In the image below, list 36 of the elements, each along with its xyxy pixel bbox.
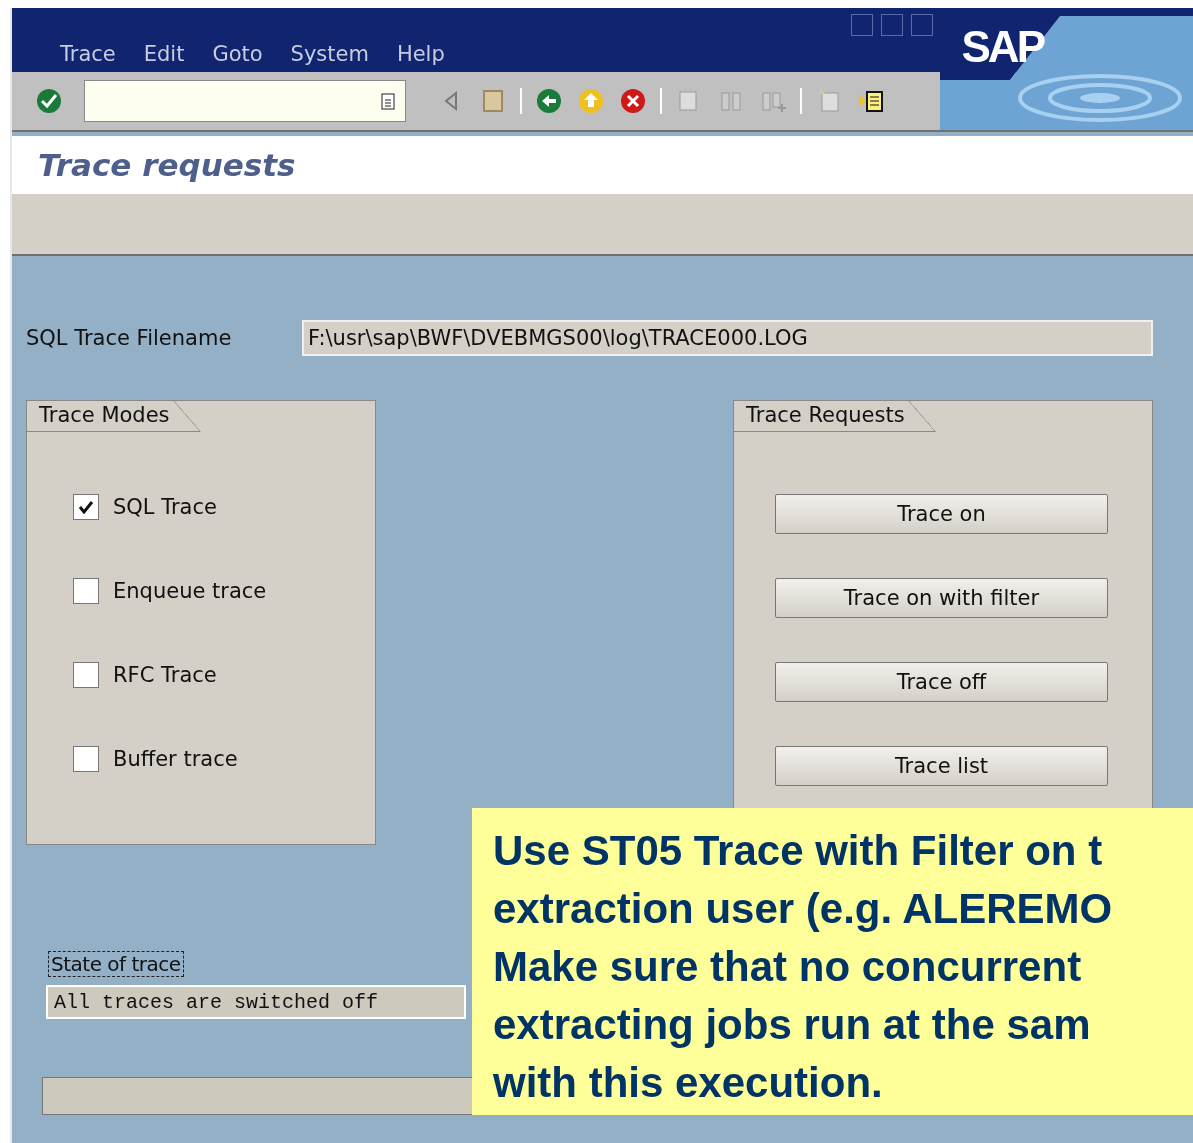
- checkbox[interactable]: [73, 578, 99, 604]
- checkbox-label: SQL Trace: [113, 495, 217, 519]
- checkbox[interactable]: [73, 662, 99, 688]
- trace-button[interactable]: Trace off: [775, 662, 1108, 702]
- sap-logo-text: SAP: [961, 22, 1043, 72]
- menu-item[interactable]: System: [290, 42, 369, 66]
- check-icon[interactable]: [34, 86, 64, 116]
- trace-button[interactable]: Trace on: [775, 494, 1108, 534]
- state-label: State of trace: [48, 951, 184, 977]
- checkbox[interactable]: [73, 494, 99, 520]
- trace-button[interactable]: Trace list: [775, 746, 1108, 786]
- back-icon[interactable]: [534, 86, 564, 116]
- menu-item[interactable]: Edit: [143, 42, 185, 66]
- callout-text: with this execution.: [493, 1058, 884, 1108]
- checkbox-label: RFC Trace: [113, 663, 217, 687]
- field-label: SQL Trace Filename: [26, 326, 233, 350]
- command-field[interactable]: [84, 80, 406, 122]
- group-title: Trace Requests: [734, 401, 936, 432]
- menu-item[interactable]: Trace: [60, 42, 116, 66]
- clipboard-icon: [381, 92, 395, 110]
- trace-button[interactable]: Trace on with filter: [775, 578, 1108, 618]
- callout-text: extraction user (e.g. ALEREMO: [493, 884, 1114, 934]
- menu-item[interactable]: Help: [396, 42, 445, 66]
- state-field: All traces are switched off: [46, 985, 466, 1019]
- group-title: Trace Modes: [27, 401, 201, 432]
- checkbox[interactable]: [73, 746, 99, 772]
- filename-field[interactable]: F:\usr\sap\BWF\DVEBMGS00\log\TRACE000.LOG: [302, 320, 1153, 356]
- checkbox-label: Buffer trace: [113, 747, 238, 771]
- callout-text: extracting jobs run at the sam: [493, 1000, 1092, 1050]
- cancel-icon[interactable]: [618, 86, 648, 116]
- callout-text: Use ST05 Trace with Filter on t: [493, 826, 1104, 876]
- checkbox-label: Enqueue trace: [113, 579, 267, 603]
- callout-text: Make sure that no concurrent: [493, 942, 1083, 992]
- checkmark-icon: [78, 500, 94, 514]
- menu-item[interactable]: Goto: [212, 42, 263, 66]
- screen-title: Trace requests: [38, 147, 296, 183]
